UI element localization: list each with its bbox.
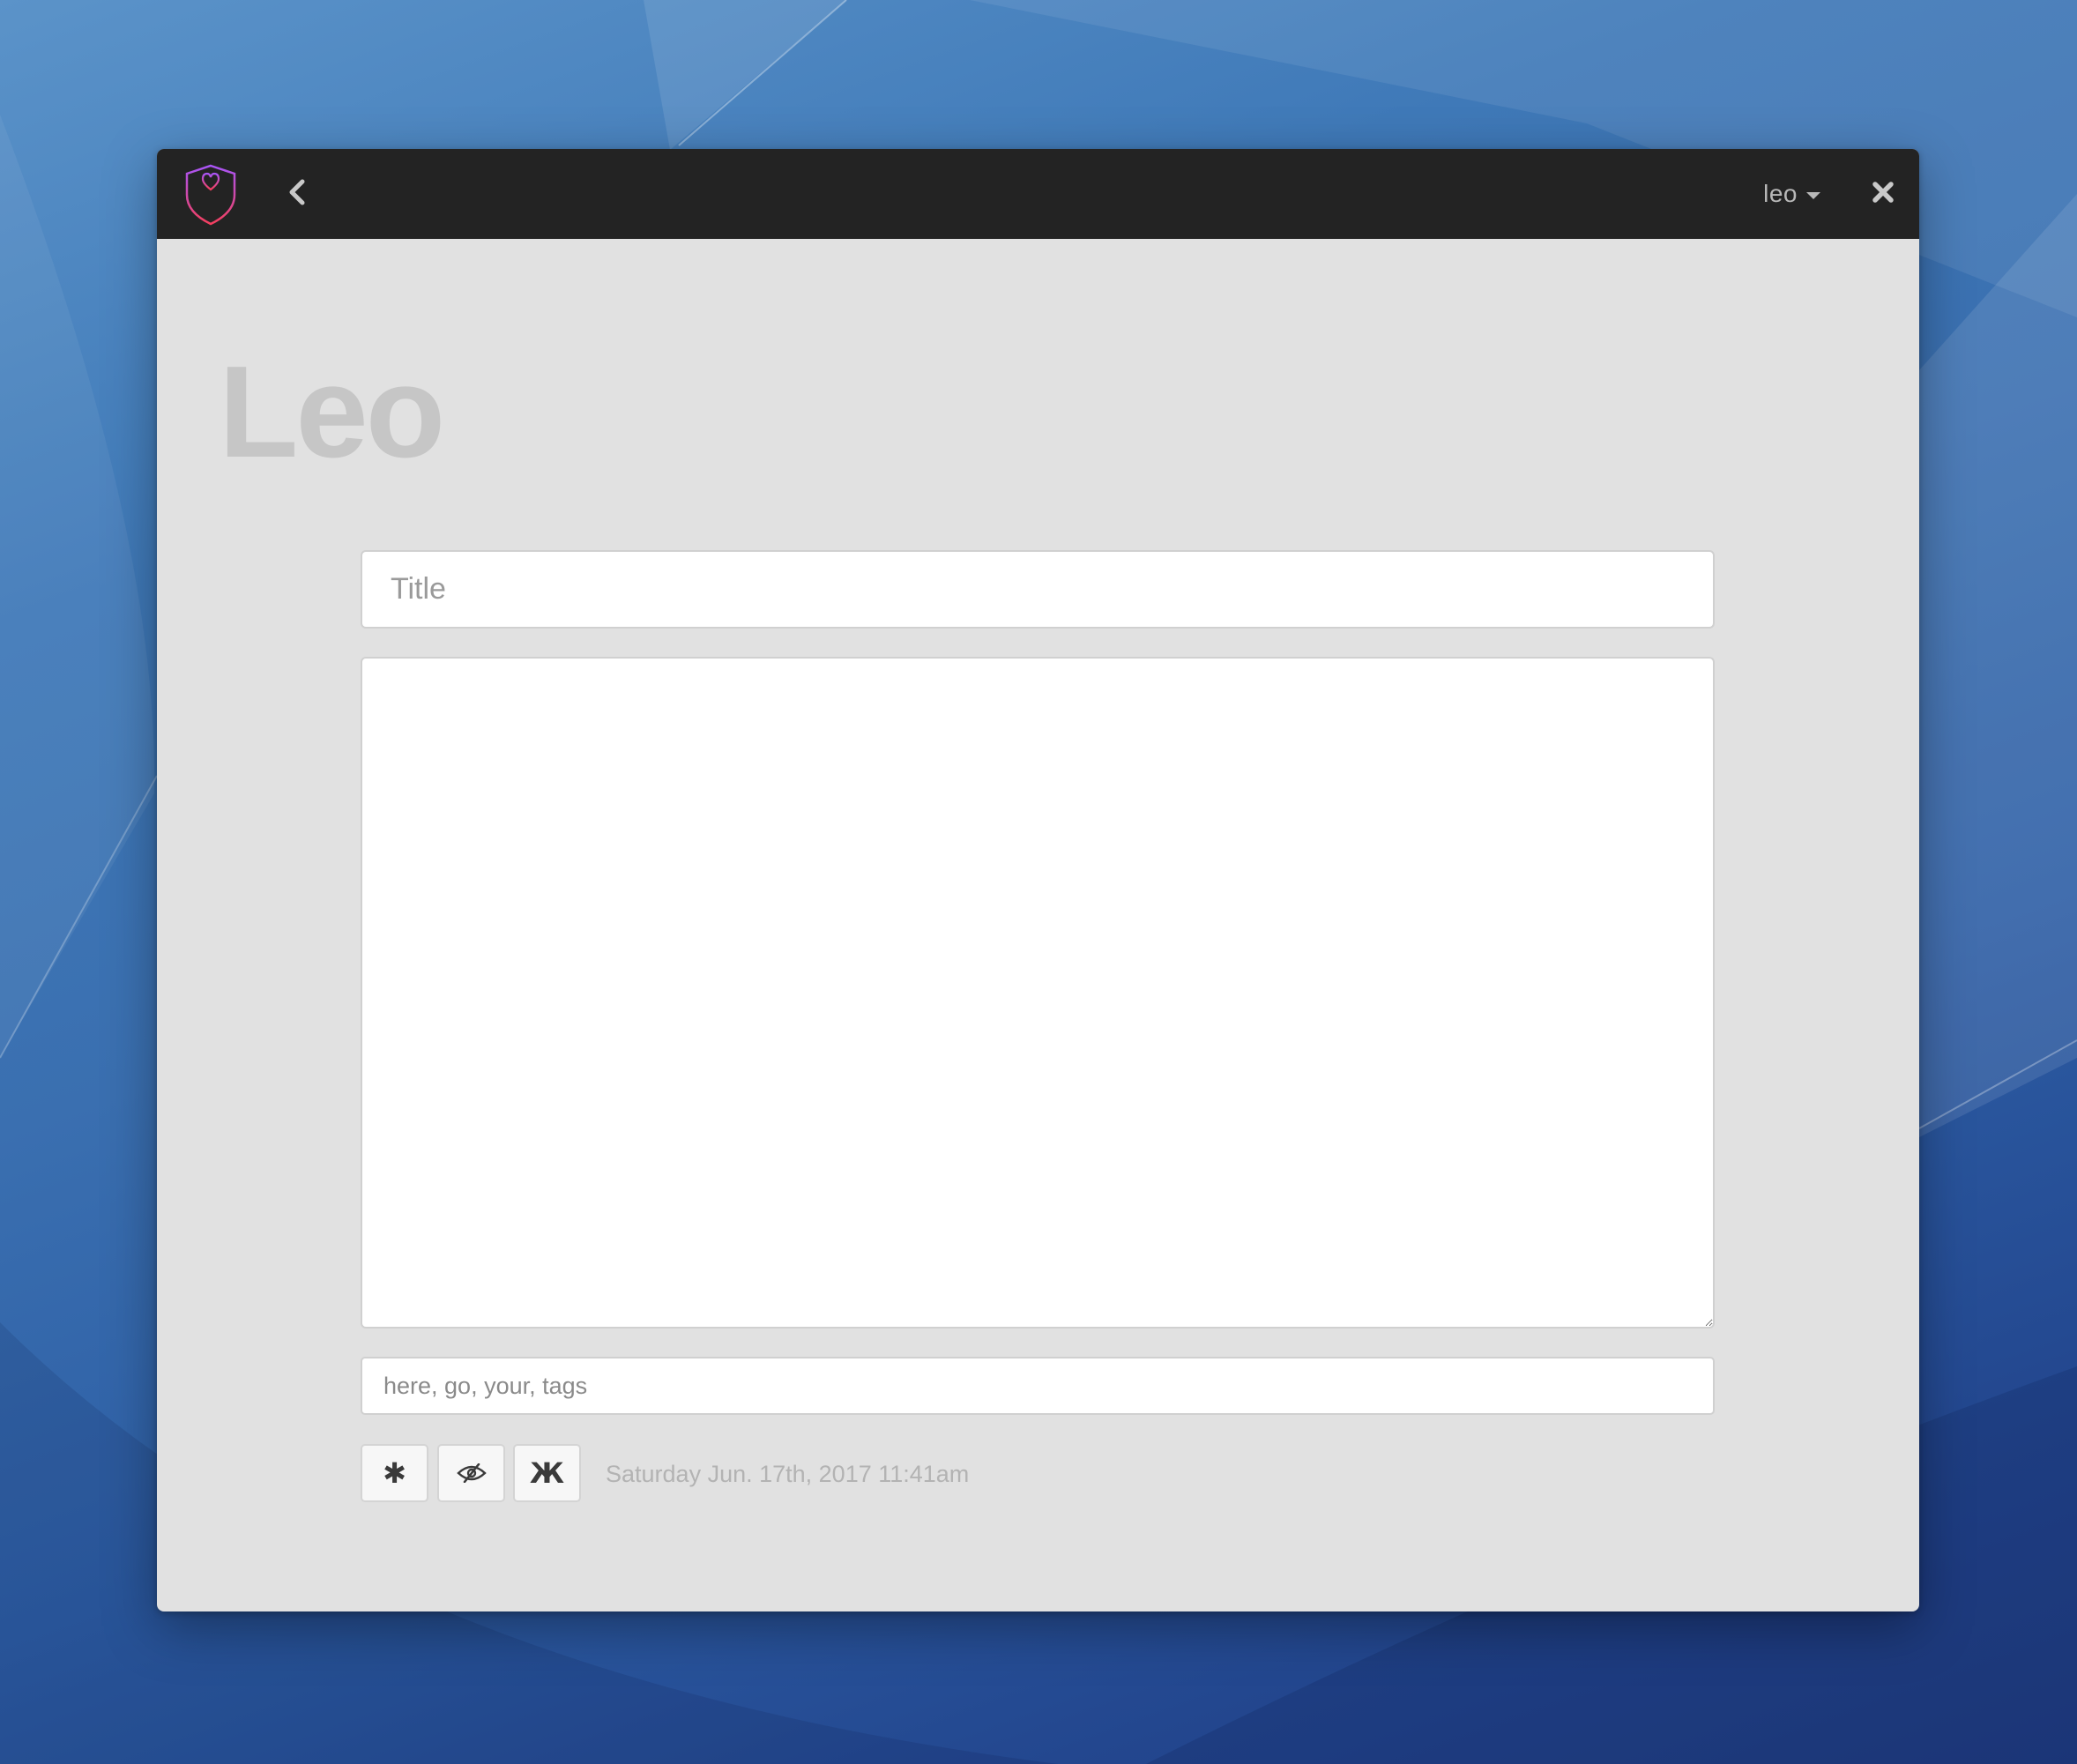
asterisk-button[interactable]: ✱: [361, 1444, 428, 1502]
chevron-left-icon: [289, 179, 305, 205]
cyrillic-zhe-icon: Ж: [529, 1456, 565, 1490]
title-bar: leo: [157, 149, 1919, 239]
username-label: leo: [1763, 180, 1798, 207]
entry-timestamp: Saturday Jun. 17th, 2017 11:41am: [606, 1461, 970, 1487]
shield-heart-logo-icon: [182, 163, 239, 227]
cyrillic-zhe-button[interactable]: Ж: [513, 1444, 581, 1502]
close-button[interactable]: [1870, 179, 1896, 205]
user-menu-dropdown[interactable]: leo: [1763, 176, 1820, 212]
tags-input[interactable]: [361, 1357, 1715, 1415]
entry-body-textarea[interactable]: [361, 657, 1715, 1329]
visibility-toggle-button[interactable]: [437, 1444, 505, 1502]
close-x-icon: [1872, 182, 1894, 203]
app-window: leo Leo ✱ Ж Saturday Jun. 17th, 2017 11:…: [157, 149, 1919, 1611]
page-title: Leo: [219, 339, 445, 485]
back-button[interactable]: [280, 175, 316, 210]
title-input[interactable]: [361, 550, 1715, 629]
asterisk-icon: ✱: [383, 1456, 406, 1490]
caret-down-icon: [1806, 192, 1820, 199]
eye-slash-icon: [456, 1463, 487, 1483]
